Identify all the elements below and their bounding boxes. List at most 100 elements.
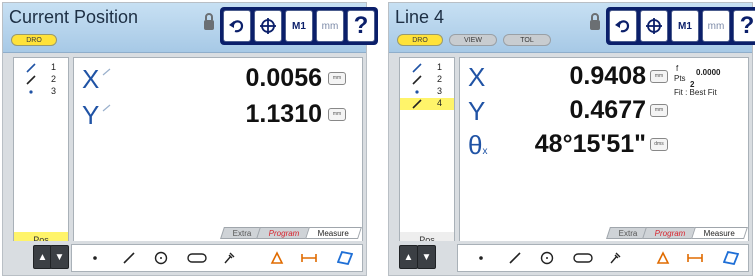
tab-dro[interactable]: DRO [11, 34, 57, 46]
line-tool-button[interactable] [506, 251, 524, 267]
current-position-panel: Current Position DRO M1 mm ? 1 2 3 Pos X… [2, 2, 378, 276]
tab-measure[interactable]: Measure [304, 227, 362, 239]
line-tool-button[interactable] [120, 251, 138, 267]
tab-view[interactable]: VIEW [449, 34, 497, 46]
distance-tool-button[interactable] [686, 251, 704, 267]
m1-button[interactable]: M1 [285, 10, 313, 42]
list-item[interactable]: 2 [400, 74, 454, 86]
crosshair-icon [260, 18, 276, 34]
slot-icon [187, 253, 207, 263]
point-tool-button[interactable] [86, 251, 104, 267]
list-item[interactable]: 3 [400, 86, 454, 98]
help-button[interactable]: ? [733, 10, 755, 42]
undo-button[interactable] [223, 10, 251, 42]
tab-tol[interactable]: TOL [503, 34, 551, 46]
list-item[interactable]: 2 [14, 74, 68, 86]
value-x: 0.9408 [569, 62, 646, 90]
slot-tool-button[interactable] [572, 251, 594, 267]
fit-f-label: f [676, 64, 679, 73]
undo-button[interactable] [609, 10, 637, 42]
unit-button[interactable]: mm [328, 108, 346, 121]
tab-label: Program [654, 229, 686, 238]
list-item[interactable]: 3 [14, 86, 68, 98]
unit-button[interactable]: mm [328, 72, 346, 85]
tab-label: Extra [232, 229, 251, 238]
title-bar: Current Position DRO M1 mm ? [3, 3, 378, 53]
probe-icon [224, 252, 235, 264]
probe-tool-button[interactable] [606, 251, 624, 267]
value-angle: 48°15'51" [534, 130, 646, 158]
measure-toolbar: ▲ ▼ [389, 241, 752, 275]
circle-tool-button[interactable] [538, 251, 556, 267]
line-icon [509, 252, 521, 264]
circle-icon [540, 251, 554, 265]
axis-label-y: Y [468, 96, 486, 126]
feature-number: 4 [436, 98, 442, 108]
angle-tool-button[interactable] [654, 251, 672, 267]
page-title: Current Position [9, 7, 139, 27]
point-icon [479, 256, 483, 260]
probe-tool-button[interactable] [220, 251, 238, 267]
scroll-down-button[interactable]: ▼ [417, 245, 436, 269]
unit-button[interactable]: mm [650, 70, 668, 83]
mm-button[interactable]: mm [316, 10, 344, 42]
tab-label: Measure [317, 229, 349, 238]
unit-button[interactable]: mm [650, 104, 668, 117]
distance-tool-button[interactable] [300, 251, 318, 267]
mm-button[interactable]: mm [702, 10, 730, 42]
point-tool-button[interactable] [472, 251, 490, 267]
page-title: Line 4 [395, 7, 445, 27]
scroll-down-button[interactable]: ▼ [50, 245, 69, 269]
line-4-panel: Line 4 DRO VIEW TOL M1 mm ? 1 2 3 4 Pos … [388, 2, 755, 276]
feature-number: 3 [50, 86, 56, 96]
help-button[interactable]: ? [347, 10, 375, 42]
skew-tool-button[interactable] [336, 251, 354, 267]
scroll-up-button[interactable]: ▲ [399, 245, 418, 269]
slot-tool-button[interactable] [186, 251, 208, 267]
edit-pencil-icon [102, 68, 111, 76]
crosshair-icon [646, 18, 662, 34]
readout-area: X 0.9408 mm f 0.0000 Pts 2 Fit : Best Fi… [459, 57, 749, 249]
skew-tool-button[interactable] [722, 251, 740, 267]
distance-icon [687, 254, 703, 262]
angle-format-button[interactable]: dms [650, 138, 668, 151]
axis-label-x: X [82, 64, 100, 94]
crosshair-button[interactable] [640, 10, 668, 42]
line-icon [412, 75, 422, 85]
list-item[interactable]: 1 [400, 62, 454, 74]
value-y: 1.1310 [245, 100, 322, 128]
skew-icon [723, 251, 739, 265]
fit-type: Fit : Best Fit [674, 88, 717, 97]
feature-list: 1 2 3 Pos [13, 57, 69, 249]
measure-strip [71, 244, 363, 272]
probe-icon [610, 252, 621, 264]
tab-dro[interactable]: DRO [397, 34, 443, 46]
circle-tool-button[interactable] [152, 251, 170, 267]
lock-icon[interactable] [589, 13, 601, 31]
feature-number: 3 [436, 86, 442, 96]
measure-strip [457, 244, 749, 272]
list-item-selected[interactable]: 4 [400, 98, 454, 110]
angle-icon [270, 251, 284, 264]
angle-tool-button[interactable] [268, 251, 286, 267]
undo-icon [615, 20, 630, 33]
circle-icon [154, 251, 168, 265]
m1-button[interactable]: M1 [671, 10, 699, 42]
feature-number: 1 [436, 62, 442, 72]
theta-subscript: x [482, 146, 488, 157]
tab-label: Program [268, 229, 300, 238]
tab-label: Measure [703, 229, 735, 238]
list-item[interactable]: 1 [14, 62, 68, 74]
tab-measure[interactable]: Measure [690, 227, 748, 239]
line-icon [26, 63, 36, 73]
lock-icon[interactable] [203, 13, 215, 31]
line-icon [123, 252, 135, 264]
line-icon [412, 63, 422, 73]
view-tabs: Extra Program Measure [605, 227, 748, 239]
theta-symbol: θ [468, 130, 483, 160]
feature-list: 1 2 3 4 Pos [399, 57, 455, 249]
toolbar: M1 mm ? [606, 7, 755, 45]
axis-label-theta: θx [468, 130, 487, 161]
crosshair-button[interactable] [254, 10, 282, 42]
readout-area: X 0.0056 mm Y 1.1310 mm [73, 57, 363, 249]
